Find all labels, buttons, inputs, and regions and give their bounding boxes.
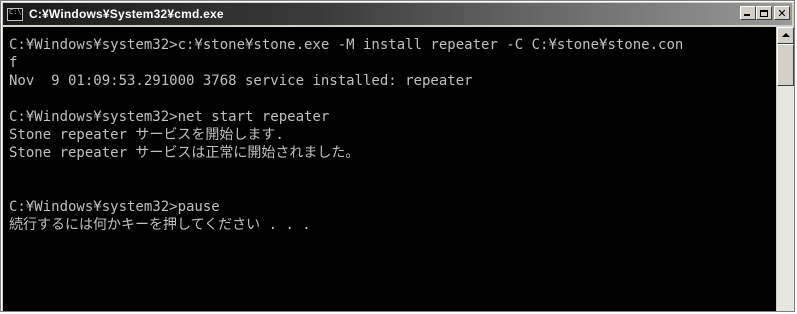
minimize-icon — [744, 14, 750, 16]
console-line: C:¥Windows¥system32>net start repeater — [9, 109, 330, 125]
console-output[interactable]: C:¥Windows¥system32>c:¥stone¥stone.exe -… — [3, 27, 776, 311]
close-button[interactable]: ✕ — [774, 6, 790, 20]
minimize-button[interactable] — [740, 6, 756, 20]
console-line: C:¥Windows¥system32>pause — [9, 199, 220, 215]
title-bar[interactable]: C:\ C:¥Windows¥System32¥cmd.exe ✕ — [3, 3, 792, 25]
console-line: Stone repeater サービスは正常に開始されました。 — [9, 145, 360, 161]
console-line: Stone repeater サービスを開始します. — [9, 127, 284, 143]
close-icon: ✕ — [777, 6, 787, 20]
console-line: f — [9, 55, 18, 71]
caption-buttons: ✕ — [740, 6, 790, 20]
scroll-up-button[interactable] — [777, 27, 794, 44]
console-line: Nov 9 01:09:53.291000 3768 service insta… — [9, 73, 473, 89]
console-icon-label: C:\ — [9, 7, 22, 16]
arrow-up-icon — [782, 33, 790, 37]
cmd-window: C:\ C:¥Windows¥System32¥cmd.exe ✕ C:¥Win… — [0, 0, 795, 312]
maximize-icon — [760, 9, 768, 17]
console-line: 続行するには何かキーを押してください . . . — [9, 217, 311, 233]
scrollbar-thumb[interactable] — [777, 44, 794, 86]
console-icon[interactable]: C:\ — [7, 7, 23, 21]
vertical-scrollbar[interactable] — [777, 27, 794, 311]
console-line: C:¥Windows¥system32>c:¥stone¥stone.exe -… — [9, 37, 684, 53]
maximize-button[interactable] — [756, 6, 772, 20]
window-title: C:¥Windows¥System32¥cmd.exe — [29, 7, 224, 21]
